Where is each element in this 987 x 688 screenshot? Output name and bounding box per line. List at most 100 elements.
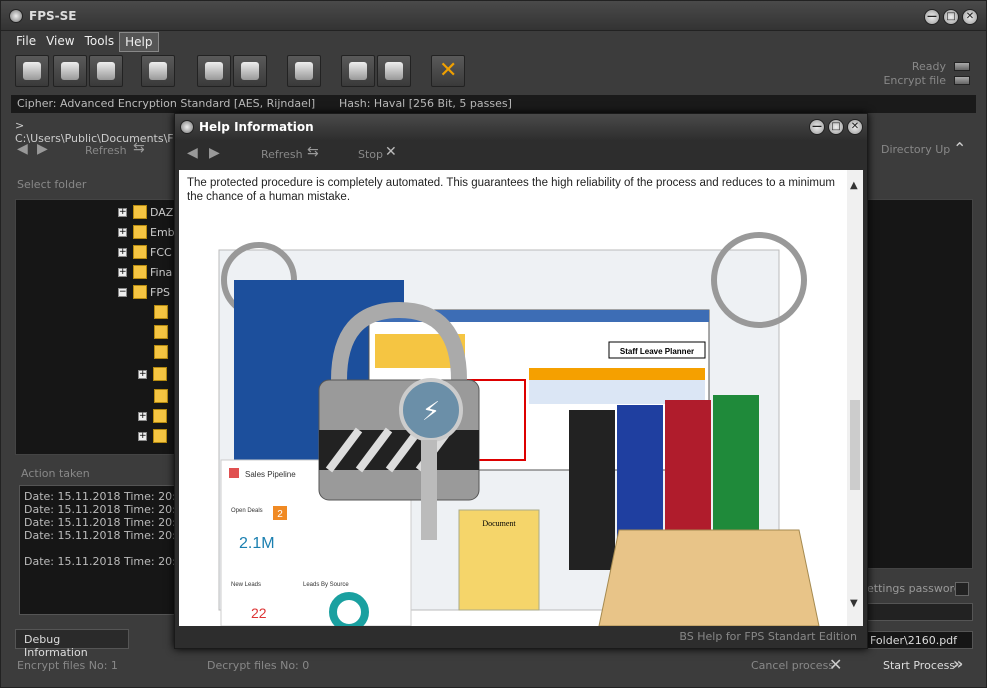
settings-password-checkbox[interactable] [955, 582, 969, 596]
tree-node[interactable]: + FCC [118, 244, 172, 260]
menu-file[interactable]: File [11, 32, 41, 52]
dialog-refresh-button[interactable]: Refresh [261, 148, 303, 161]
chevron-up-icon[interactable]: ⌃ [953, 139, 966, 158]
expand-icon[interactable]: + [138, 369, 147, 379]
encrypt-count: Encrypt files No: 1 [17, 659, 118, 672]
dialog-minimize-button[interactable]: — [809, 119, 825, 135]
tree-node-label: FPS [150, 285, 170, 299]
collapse-icon[interactable]: − [118, 287, 127, 297]
tree-node[interactable]: + Fina [118, 264, 172, 280]
add-file-button[interactable] [15, 55, 49, 87]
refresh-button[interactable]: Refresh [85, 144, 127, 157]
dialog-title-bar: Help Information — □ ✕ [175, 114, 867, 140]
help-illustration: Staff Leave Planner Sales Pipeline Open … [218, 232, 820, 626]
cancel-process-button[interactable]: Cancel process [751, 659, 834, 672]
new-leads-value: 22 [251, 605, 267, 621]
folder-icon [154, 345, 168, 359]
close-icon: ✕ [439, 58, 458, 83]
menu-view[interactable]: View [41, 32, 79, 52]
delete-button[interactable] [141, 55, 175, 87]
ready-label: Ready [911, 60, 946, 73]
expand-icon[interactable]: + [138, 431, 147, 441]
archive-button[interactable] [287, 55, 321, 87]
refresh-icon[interactable]: ⇆ [133, 140, 145, 156]
ready-indicator [954, 62, 970, 71]
cancel-icon[interactable]: ✕ [829, 655, 842, 674]
stop-icon[interactable]: ✕ [385, 144, 397, 160]
file-path-field[interactable]: Folder\2160.pdf [865, 631, 973, 649]
menu-tools[interactable]: Tools [80, 32, 120, 52]
tree-node[interactable]: + Emb [118, 224, 175, 240]
dialog-title: Help Information [199, 120, 314, 134]
tree-node[interactable]: + [138, 408, 170, 424]
action-log: Date: 15.11.2018 Time: 20:4 Date: 15.11.… [19, 485, 179, 615]
settings-button[interactable] [377, 55, 411, 87]
title-bar: FPS-SE — □ ✕ [1, 1, 986, 31]
save-button[interactable] [233, 55, 267, 87]
hash-label: Hash: Haval [256 Bit, 5 passes] [339, 97, 512, 110]
expand-icon[interactable]: + [118, 247, 127, 257]
tree-node[interactable]: + DAZ [118, 204, 173, 220]
dialog-back-icon[interactable]: ◀ [187, 145, 198, 161]
forward-icon[interactable]: ▶ [37, 141, 48, 157]
expand-icon[interactable]: + [138, 411, 147, 421]
scroll-down-icon[interactable]: ▼ [850, 598, 858, 609]
decrypt-count: Decrypt files No: 0 [207, 659, 310, 672]
tree-node[interactable] [154, 324, 171, 340]
dialog-toolbar: ◀ ▶ Refresh ⇆ Stop ✕ [175, 142, 867, 166]
leads-source-label: Leads By Source [303, 582, 349, 588]
app-window: FPS-SE — □ ✕ File View Tools Help ✕ Read… [0, 0, 987, 688]
encrypt-indicator [954, 76, 970, 85]
tree-node-label: Fina [150, 265, 173, 279]
folder-tree[interactable]: + DAZ + Emb + FCC + Fina − FPS + + + [15, 199, 179, 455]
tree-node[interactable] [154, 388, 171, 404]
minimize-button[interactable]: — [924, 9, 940, 25]
tree-node-label: DAZ [150, 205, 174, 219]
file-list-panel[interactable] [865, 199, 973, 569]
cipher-info-bar: Cipher: Advanced Encryption Standard [AE… [11, 95, 976, 113]
dialog-refresh-icon[interactable]: ⇆ [307, 144, 319, 160]
tree-node[interactable] [154, 304, 171, 320]
tree-node[interactable]: + [138, 366, 170, 382]
scroll-thumb[interactable] [850, 400, 860, 490]
close-button[interactable]: ✕ [962, 9, 978, 25]
app-title: FPS-SE [29, 9, 77, 23]
tree-node[interactable] [154, 344, 171, 360]
start-process-button[interactable]: Start Process [883, 659, 955, 672]
menu-help[interactable]: Help [119, 32, 159, 52]
gear-icon [385, 62, 403, 80]
dialog-close-button[interactable]: ✕ [847, 119, 863, 135]
dialog-footer: BS Help for FPS Standart Edition [679, 630, 857, 643]
password-field[interactable] [865, 603, 973, 621]
shred-button[interactable] [197, 55, 231, 87]
maximize-button[interactable]: □ [943, 9, 959, 25]
scroll-up-icon[interactable]: ▲ [850, 180, 858, 191]
back-icon[interactable]: ◀ [17, 141, 28, 157]
expand-icon[interactable]: + [118, 207, 127, 217]
drive-button[interactable] [53, 55, 87, 87]
save-icon [241, 62, 259, 80]
vertical-scrollbar[interactable]: ▲ ▼ [847, 170, 863, 626]
expand-icon[interactable]: + [118, 227, 127, 237]
tree-node[interactable]: − FPS [118, 284, 170, 300]
nav-bar: ◀ ▶ Refresh ⇆ [11, 139, 181, 161]
planner-title: Staff Leave Planner [620, 347, 694, 356]
stop-button[interactable]: Stop [358, 148, 383, 161]
expand-icon[interactable]: + [118, 267, 127, 277]
search-button[interactable] [89, 55, 123, 87]
dialog-forward-icon[interactable]: ▶ [209, 145, 220, 161]
exit-button[interactable]: ✕ [431, 55, 465, 87]
select-folder-label: Select folder [17, 178, 87, 191]
search-icon [97, 62, 115, 80]
pipeline-title: Sales Pipeline [245, 470, 296, 479]
tree-node[interactable]: + [138, 428, 170, 444]
start-icon[interactable]: » [953, 654, 963, 673]
tools-button[interactable] [341, 55, 375, 87]
log-line: Date: 15.11.2018 Time: 20:4 [24, 516, 179, 529]
directory-up-button[interactable]: Directory Up [881, 143, 950, 156]
cipher-label: Cipher: Advanced Encryption Standard [AE… [17, 97, 316, 110]
tab-debug-information[interactable]: Debug Information [15, 629, 129, 659]
folder-icon [133, 245, 147, 259]
path-bar[interactable]: > C:\Users\Public\Documents\FP [11, 117, 181, 145]
dialog-maximize-button[interactable]: □ [828, 119, 844, 135]
